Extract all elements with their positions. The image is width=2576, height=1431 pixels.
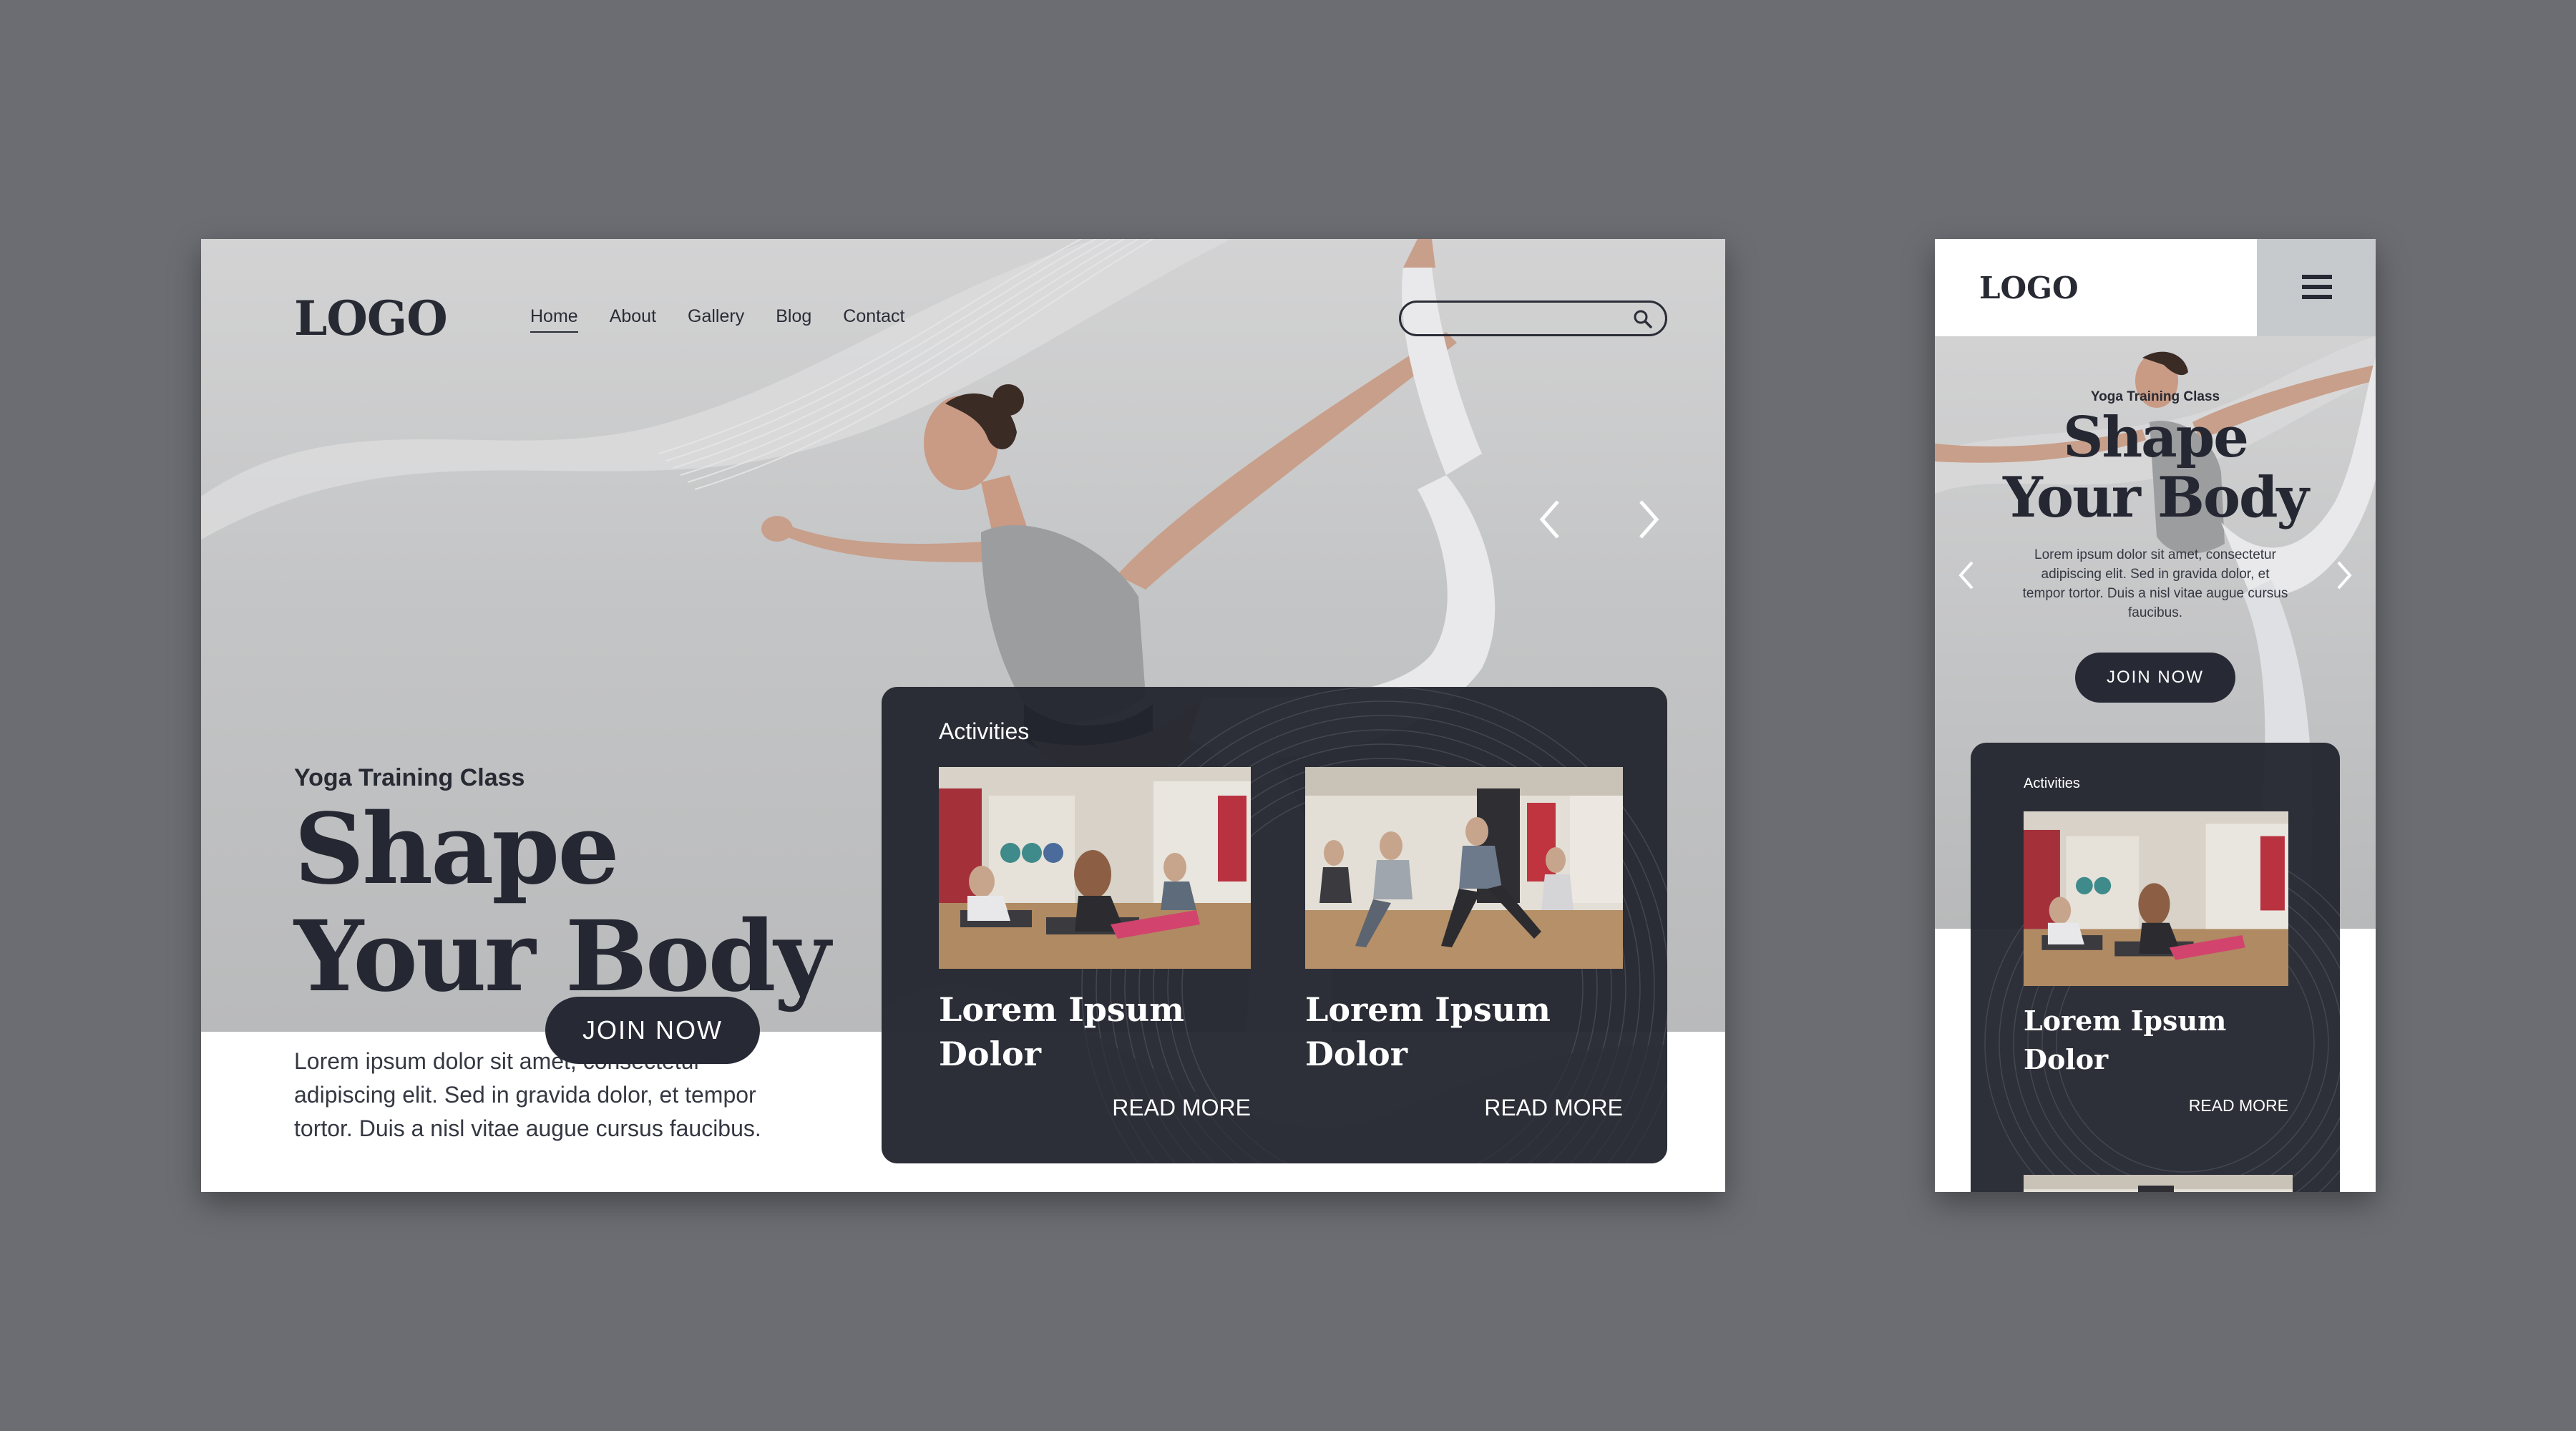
activity-title-line-2: Dolor — [1305, 1035, 1407, 1073]
activity-title: Lorem Ipsum Dolor — [2024, 1002, 2288, 1079]
search-icon[interactable] — [1632, 308, 1654, 330]
mobile-mockup: LOGO Yoga Training Class Shape Your Body… — [1935, 239, 2376, 1192]
hero-title: Shape Your Body — [294, 796, 838, 1010]
chevron-left-icon[interactable] — [1952, 555, 1981, 595]
hero-title-line-2: Your Body — [294, 899, 831, 1014]
hero-subtitle: Yoga Training Class — [294, 764, 525, 791]
nav-home[interactable]: Home — [530, 306, 578, 333]
join-now-button[interactable]: JOIN NOW — [2075, 653, 2235, 703]
hamburger-menu-icon[interactable] — [2257, 239, 2376, 336]
activity-title: Lorem Ipsum Dolor — [939, 987, 1239, 1076]
chevron-left-icon[interactable] — [1529, 491, 1572, 548]
hero-title-line-2: Your Body — [2003, 465, 2309, 530]
activities-label: Activities — [939, 718, 1030, 744]
main-nav: Home About Gallery Blog Contact — [530, 306, 904, 333]
join-now-button[interactable]: JOIN NOW — [545, 997, 760, 1064]
activity-title-line-2: Dolor — [2024, 1043, 2109, 1075]
hero-subtitle: Yoga Training Class — [2090, 389, 2220, 404]
read-more-link[interactable]: READ MORE — [1112, 1095, 1251, 1121]
activities-label: Activities — [2024, 776, 2080, 791]
search-input[interactable] — [1414, 307, 1629, 330]
activity-card[interactable]: Lorem Ipsum Dolor READ MORE — [939, 767, 1251, 1120]
mobile-header: LOGO — [1935, 239, 2376, 336]
activity-card[interactable]: Lorem Ipsum Dolor READ MORE — [2024, 811, 2288, 1115]
activity-photo — [939, 767, 1251, 969]
chevron-right-icon[interactable] — [2330, 555, 2358, 595]
activities-card: Activities — [1971, 743, 2340, 1192]
activity-card[interactable]: Lorem Ipsum Dolor READ MORE — [1305, 767, 1623, 1120]
hero-title: Shape Your Body — [1935, 408, 2376, 528]
activities-card: Activities — [882, 687, 1667, 1163]
activity-title-line-2: Dolor — [939, 1035, 1041, 1073]
nav-about[interactable]: About — [610, 306, 656, 333]
hero-title-line-1: Shape — [2063, 405, 2249, 470]
chevron-right-icon[interactable] — [1626, 491, 1669, 548]
activity-photo — [2024, 811, 2288, 986]
search-box[interactable] — [1399, 301, 1667, 336]
activity-photo — [2024, 1175, 2293, 1192]
read-more-link[interactable]: READ MORE — [1484, 1095, 1623, 1121]
logo[interactable]: LOGO — [1979, 270, 2079, 306]
nav-contact[interactable]: Contact — [843, 306, 904, 333]
nav-blog[interactable]: Blog — [776, 306, 811, 333]
activity-title: Lorem Ipsum Dolor — [1305, 987, 1606, 1076]
activity-title-line-1: Lorem Ipsum — [1305, 990, 1551, 1029]
activity-title-line-1: Lorem Ipsum — [2024, 1005, 2227, 1037]
desktop-mockup: LOGO Home About Gallery Blog Contact Yog… — [201, 239, 1725, 1192]
activity-photo — [1305, 767, 1623, 969]
activity-title-line-1: Lorem Ipsum — [939, 990, 1184, 1029]
hero-description: Lorem ipsum dolor sit amet, consectetur … — [2022, 547, 2288, 620]
hero-title-line-1: Shape — [294, 792, 620, 907]
logo[interactable]: LOGO — [294, 290, 448, 346]
nav-gallery[interactable]: Gallery — [688, 306, 744, 333]
read-more-link[interactable]: READ MORE — [2189, 1096, 2288, 1115]
